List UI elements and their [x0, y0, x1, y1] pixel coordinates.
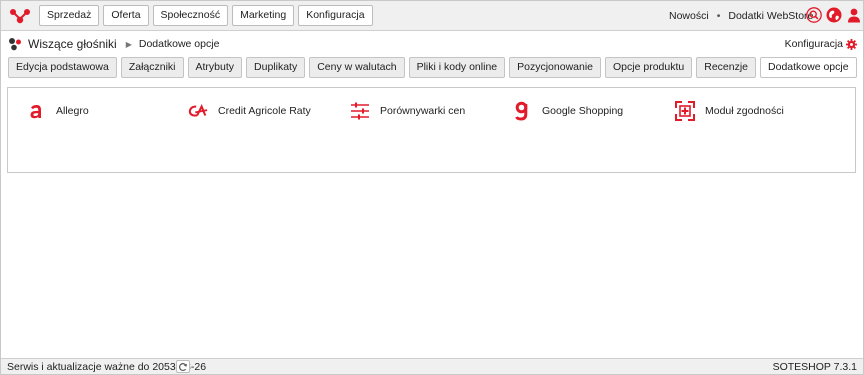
option-modul-zgodnosci[interactable]: Moduł zgodności [675, 100, 784, 122]
tab-opcje-produktu[interactable]: Opcje produktu [605, 57, 693, 78]
globe-icon[interactable] [826, 7, 842, 23]
google-icon [512, 101, 532, 121]
tab-pliki-i-kody[interactable]: Pliki i kody online [408, 57, 506, 78]
search-icon[interactable] [806, 7, 822, 23]
sliders-icon [350, 101, 370, 121]
option-allegro[interactable]: Allegro [26, 100, 89, 122]
option-porownywarki-label: Porównywarki cen [380, 105, 466, 117]
tab-bar: Edycja podstawowa Załączniki Atrybuty Du… [8, 57, 857, 78]
option-credit-agricole-label: Credit Agricole Raty [218, 105, 311, 117]
tab-ceny-w-walutach[interactable]: Ceny w walutach [309, 57, 405, 78]
separator-dot: • [716, 10, 721, 22]
webstore-link[interactable]: Dodatki WebStore [728, 10, 813, 22]
news-link[interactable]: Nowości [669, 10, 709, 22]
main-nav: Sprzedaż Oferta Społeczność Marketing Ko… [39, 5, 373, 26]
refresh-icon [179, 362, 187, 371]
tab-atrybuty[interactable]: Atrybuty [187, 57, 243, 78]
option-porownywarki[interactable]: Porównywarki cen [350, 100, 465, 122]
top-links: Nowości • Dodatki WebStore [669, 10, 813, 22]
config-link-label: Konfiguracja [784, 38, 843, 50]
option-google-shopping-label: Google Shopping [542, 105, 624, 117]
tab-duplikaty[interactable]: Duplikaty [246, 57, 306, 78]
option-google-shopping[interactable]: Google Shopping [512, 100, 623, 122]
options-panel: Allegro Credit Agricole Raty Porównywark… [7, 87, 856, 173]
user-icon[interactable] [846, 7, 862, 23]
allegro-icon [26, 101, 46, 121]
status-bar: Serwis i aktualizacje ważne do 2053-08-2… [1, 358, 863, 374]
option-allegro-label: Allegro [56, 105, 89, 117]
refresh-button[interactable] [176, 360, 190, 373]
tab-recenzje[interactable]: Recenzje [696, 57, 757, 78]
nav-marketing[interactable]: Marketing [232, 5, 295, 26]
version-label: SOTESHOP 7.3.1 [772, 361, 857, 373]
product-icon [9, 38, 21, 51]
nav-spolecznosc[interactable]: Społeczność [152, 5, 229, 26]
breadcrumb-current: Dodatkowe opcje [138, 38, 220, 50]
tab-edycja-podstawowa[interactable]: Edycja podstawowa [8, 57, 117, 78]
top-icons [806, 7, 862, 23]
option-modul-zgodnosci-label: Moduł zgodności [705, 105, 784, 117]
soteshop-logo[interactable] [9, 6, 31, 26]
config-link[interactable]: Konfiguracja [785, 38, 857, 50]
nav-konfiguracja[interactable]: Konfiguracja [298, 5, 373, 26]
tab-pozycjonowanie[interactable]: Pozycjonowanie [509, 57, 602, 78]
gear-icon [846, 38, 857, 50]
page-title[interactable]: Wiszące głośniki [28, 37, 117, 51]
nav-oferta[interactable]: Oferta [103, 5, 149, 26]
breadcrumb-arrow-icon: ▶ [125, 39, 132, 49]
option-credit-agricole[interactable]: Credit Agricole Raty [188, 100, 311, 122]
nav-sprzedaz[interactable]: Sprzedaż [39, 5, 100, 26]
top-bar: Sprzedaż Oferta Społeczność Marketing Ko… [1, 1, 863, 31]
breadcrumb: Wiszące głośniki ▶ Dodatkowe opcje [8, 35, 219, 53]
compliance-icon [675, 101, 695, 121]
tab-zalaczniki[interactable]: Załączniki [120, 57, 184, 78]
tab-dodatkowe-opcje[interactable]: Dodatkowe opcje [760, 57, 857, 78]
credit-agricole-icon [188, 101, 208, 121]
